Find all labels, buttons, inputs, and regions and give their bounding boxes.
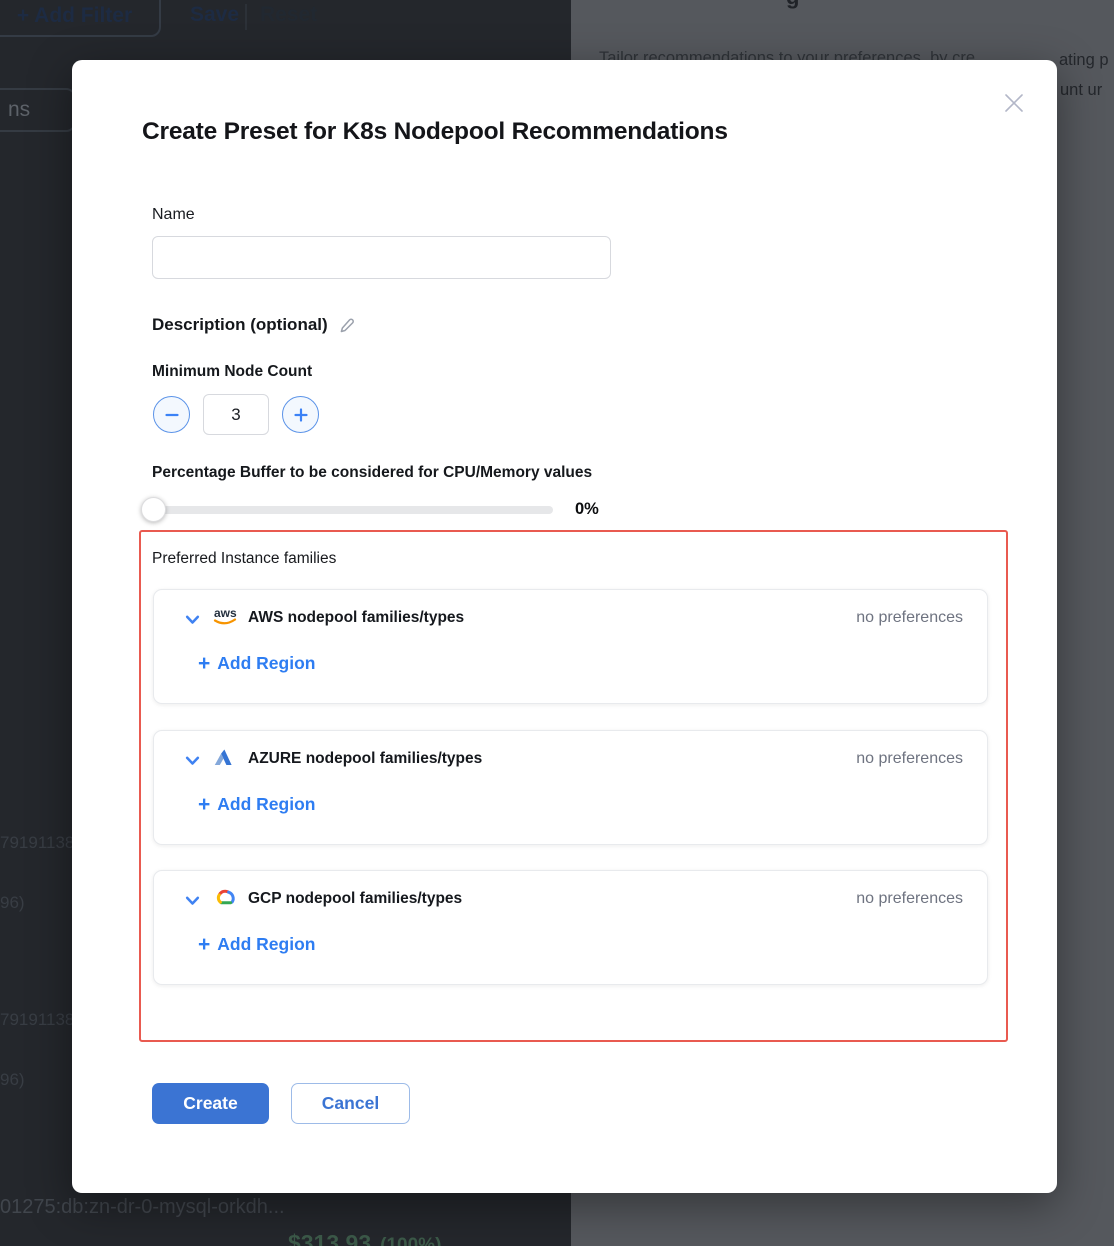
background-text-fragment: 79191138 <box>0 833 74 853</box>
background-tab-fragment: ns <box>0 88 76 132</box>
background-text-fragment: 96) <box>0 893 25 913</box>
close-icon[interactable] <box>1000 89 1028 117</box>
provider-status: no preferences <box>856 609 963 627</box>
background-text-fragment: ating p <box>1059 51 1109 70</box>
save-button[interactable]: Save <box>190 3 239 27</box>
create-preset-modal: Create Preset for K8s Nodepool Recommend… <box>72 60 1057 1193</box>
gcp-logo-icon <box>211 887 237 912</box>
chevron-down-icon[interactable] <box>184 611 201 633</box>
node-count-input[interactable] <box>203 394 269 435</box>
chevron-down-icon[interactable] <box>184 752 201 774</box>
name-input[interactable] <box>152 236 611 279</box>
background-text-fragment: 96) <box>0 1070 25 1090</box>
screen: + Add Filter Save Reset ns 79191138 96) … <box>0 0 1114 1246</box>
preferred-families-label: Preferred Instance families <box>152 550 336 568</box>
provider-card-azure: AZURE nodepool families/types no prefere… <box>153 730 988 845</box>
plus-icon: + <box>198 651 210 676</box>
provider-status: no preferences <box>856 890 963 908</box>
chevron-down-icon[interactable] <box>184 892 201 914</box>
min-node-count-label: Minimum Node Count <box>152 363 312 381</box>
name-label: Name <box>152 206 195 224</box>
background-text-fragment: unt ur <box>1060 81 1102 100</box>
provider-status: no preferences <box>856 750 963 768</box>
add-region-button[interactable]: + Add Region <box>198 792 315 817</box>
buffer-slider-thumb[interactable] <box>141 497 166 522</box>
provider-label: GCP nodepool families/types <box>248 890 462 908</box>
azure-logo-icon <box>211 747 235 773</box>
cancel-button[interactable]: Cancel <box>291 1083 410 1124</box>
provider-card-aws: aws AWS nodepool families/types no prefe… <box>153 589 988 704</box>
modal-title: Create Preset for K8s Nodepool Recommend… <box>142 118 728 146</box>
plus-icon <box>293 407 309 423</box>
provider-label: AZURE nodepool families/types <box>248 750 482 768</box>
add-filter-button[interactable]: + Add Filter <box>0 0 161 37</box>
background-resource-id: 01275:db:zn-dr-0-mysql-orkdh... <box>0 1196 285 1219</box>
decrement-button[interactable] <box>153 396 190 433</box>
minus-icon <box>164 407 180 423</box>
background-cost-value: $313.93(100%) <box>288 1230 441 1246</box>
add-filter-label: + Add Filter <box>17 4 132 28</box>
plus-icon: + <box>198 792 210 817</box>
description-section: Description (optional) <box>152 315 357 335</box>
toolbar-divider <box>245 4 247 30</box>
add-region-button[interactable]: + Add Region <box>198 651 315 676</box>
background-text-fragment: 79191138 <box>0 1010 74 1030</box>
buffer-value: 0% <box>575 500 599 519</box>
background-tab-label-partial: g <box>786 0 799 10</box>
buffer-label: Percentage Buffer to be considered for C… <box>152 464 592 482</box>
buffer-slider-track[interactable] <box>153 506 553 514</box>
edit-pencil-icon[interactable] <box>338 316 357 335</box>
reset-button[interactable]: Reset <box>260 3 317 27</box>
increment-button[interactable] <box>282 396 319 433</box>
add-region-button[interactable]: + Add Region <box>198 932 315 957</box>
provider-label: AWS nodepool families/types <box>248 609 464 627</box>
svg-text:aws: aws <box>214 606 237 620</box>
create-button[interactable]: Create <box>152 1083 269 1124</box>
provider-card-gcp: GCP nodepool families/types no preferenc… <box>153 870 988 985</box>
plus-icon: + <box>198 932 210 957</box>
description-label: Description (optional) <box>152 315 328 335</box>
aws-logo-icon: aws <box>211 605 239 632</box>
